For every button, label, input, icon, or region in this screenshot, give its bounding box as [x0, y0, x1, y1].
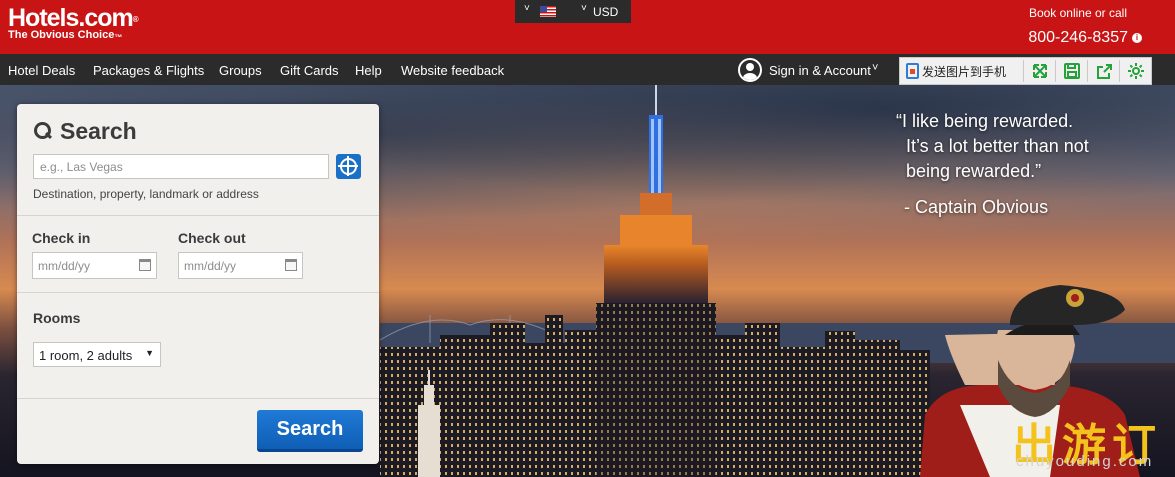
save-icon[interactable]: [1063, 62, 1081, 80]
share-icon[interactable]: [1096, 62, 1114, 80]
divider: [17, 398, 379, 399]
toolbar-divider: [1119, 60, 1120, 82]
destination-helper-text: Destination, property, landmark or addre…: [33, 187, 259, 201]
checkout-label: Check out: [178, 230, 246, 246]
info-icon[interactable]: i: [1132, 33, 1142, 43]
locale-currency-selector[interactable]: ˅ ˅ USD: [515, 0, 631, 23]
nav-help[interactable]: Help: [355, 63, 382, 78]
logo-registered-mark: ®: [132, 15, 139, 24]
toolbar-divider: [1023, 60, 1024, 82]
chevron-down-icon: ˅: [524, 3, 530, 14]
divider: [17, 215, 379, 216]
nav-website-feedback[interactable]: Website feedback: [401, 63, 504, 78]
hero-quote: “I like being rewarded. It’s a lot bette…: [896, 109, 1089, 184]
checkout-date-field[interactable]: mm/dd/yy: [178, 252, 303, 279]
expand-icon[interactable]: [1031, 62, 1049, 80]
checkin-label: Check in: [32, 230, 91, 246]
hotel-search-panel: Search Destination, property, landmark o…: [17, 104, 379, 464]
rooms-select[interactable]: 1 room, 2 adults ▼: [33, 342, 161, 367]
logo-tagline: The Obvious Choice: [8, 29, 115, 41]
divider: [17, 292, 379, 293]
search-icon: [33, 121, 54, 142]
phone-number: 800-246-8357: [1028, 29, 1128, 46]
nav-gift-cards[interactable]: Gift Cards: [280, 63, 339, 78]
current-location-button[interactable]: [336, 154, 361, 179]
quote-line: It’s a lot better than not: [906, 136, 1089, 156]
quote-line: being rewarded.”: [906, 161, 1042, 181]
send-to-phone-label: 发送图片到手机: [922, 64, 1007, 79]
calendar-icon[interactable]: [285, 259, 297, 271]
watermark-url: chuyouding.com: [1016, 453, 1154, 470]
checkin-date-field[interactable]: mm/dd/yy: [32, 252, 157, 279]
chevron-down-icon[interactable]: ˅: [872, 62, 878, 74]
sign-in-account-link[interactable]: Sign in & Account: [769, 63, 871, 78]
us-flag-icon: [540, 6, 556, 17]
extension-toolbar: 发送图片到手机: [899, 57, 1152, 85]
send-to-phone-icon: [906, 63, 919, 79]
account-avatar-icon[interactable]: [738, 58, 762, 82]
rooms-selected-value: 1 room, 2 adults: [39, 348, 133, 363]
calendar-icon[interactable]: [139, 259, 151, 271]
toolbar-divider: [1055, 60, 1056, 82]
book-online-text: Book online or call: [1028, 6, 1127, 20]
hotels-logo[interactable]: Hotels.com® The Obvious Choice™: [8, 4, 139, 42]
nav-groups[interactable]: Groups: [219, 63, 262, 78]
logo-text: Hotels.com: [8, 4, 134, 32]
tagline-trademark: ™: [114, 33, 123, 42]
settings-icon[interactable]: [1127, 62, 1145, 80]
currency-label: USD: [593, 5, 619, 19]
rooms-label: Rooms: [33, 310, 81, 326]
search-button[interactable]: Search: [257, 410, 363, 452]
top-header: Hotels.com® The Obvious Choice™ ˅ ˅ USD …: [0, 0, 1175, 54]
chevron-down-icon: ˅: [581, 3, 587, 14]
quote-line: “I like being rewarded.: [896, 111, 1074, 131]
quote-author: - Captain Obvious: [904, 197, 1049, 217]
search-heading: Search: [33, 118, 137, 145]
crosshair-icon: [338, 165, 358, 167]
checkin-placeholder: mm/dd/yy: [38, 259, 91, 273]
dropdown-arrow-icon: ▼: [145, 348, 154, 358]
checkout-placeholder: mm/dd/yy: [184, 259, 237, 273]
nav-packages-flights[interactable]: Packages & Flights: [93, 63, 204, 78]
destination-input[interactable]: [33, 154, 329, 179]
toolbar-divider: [1087, 60, 1088, 82]
send-to-phone-button[interactable]: 发送图片到手机: [906, 61, 1006, 81]
search-heading-text: Search: [60, 118, 137, 144]
nav-hotel-deals[interactable]: Hotel Deals: [8, 63, 75, 78]
